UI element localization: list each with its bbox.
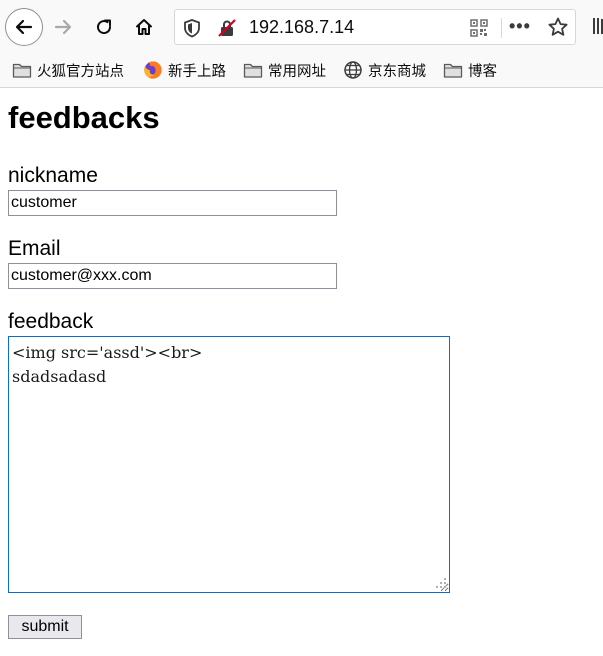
firefox-icon — [144, 61, 162, 79]
home-icon — [136, 19, 152, 35]
arrow-right-icon — [54, 19, 72, 35]
submit-button[interactable]: submit — [8, 615, 82, 639]
bookmark-item[interactable]: 京东商城 — [343, 59, 426, 81]
shield-icon[interactable] — [183, 18, 201, 38]
url-bar[interactable]: 192.168.7.14 ••• — [174, 9, 576, 45]
folder-icon — [243, 63, 263, 78]
page-title: feedbacks — [8, 100, 160, 135]
qr-code-icon[interactable] — [469, 18, 489, 38]
home-button[interactable] — [127, 10, 161, 44]
url-text[interactable]: 192.168.7.14 — [249, 17, 354, 38]
email-input[interactable] — [8, 263, 337, 289]
reload-button[interactable] — [87, 10, 121, 44]
globe-icon — [344, 61, 362, 79]
back-button[interactable] — [5, 8, 43, 46]
email-label: Email — [8, 237, 61, 260]
bookmark-item[interactable]: 火狐官方站点 — [12, 59, 124, 81]
browser-toolbar: 192.168.7.14 ••• — [0, 0, 603, 52]
feedback-textarea[interactable]: <img src='assd'><br> sdadsadasd — [8, 336, 450, 593]
url-bar-divider — [501, 18, 502, 38]
resize-grip-icon[interactable] — [434, 576, 448, 590]
bookmark-label: 博客 — [468, 63, 497, 80]
bookmark-label: 京东商城 — [368, 63, 426, 80]
library-icon[interactable] — [592, 16, 603, 36]
bookmark-item[interactable]: 新手上路 — [143, 59, 226, 81]
nickname-input[interactable] — [8, 190, 337, 216]
arrow-left-icon — [15, 19, 33, 35]
folder-icon — [443, 63, 463, 78]
bookmark-star-icon[interactable] — [547, 16, 569, 38]
nickname-label: nickname — [8, 164, 98, 187]
bookmarks-toolbar: 火狐官方站点 新手上路 常用网址 京东商城 博客 — [0, 52, 603, 88]
bookmark-label: 常用网址 — [268, 63, 326, 80]
page-actions-menu-icon[interactable]: ••• — [509, 16, 531, 37]
bookmark-label: 新手上路 — [168, 63, 226, 80]
bookmark-item[interactable]: 常用网址 — [243, 59, 326, 81]
forward-button[interactable] — [46, 10, 80, 44]
feedback-label: feedback — [8, 310, 94, 333]
insecure-lock-icon[interactable] — [217, 18, 237, 38]
folder-icon — [12, 63, 32, 78]
bookmark-label: 火狐官方站点 — [37, 63, 124, 80]
bookmark-item[interactable]: 博客 — [443, 59, 497, 81]
reload-icon — [97, 19, 112, 35]
